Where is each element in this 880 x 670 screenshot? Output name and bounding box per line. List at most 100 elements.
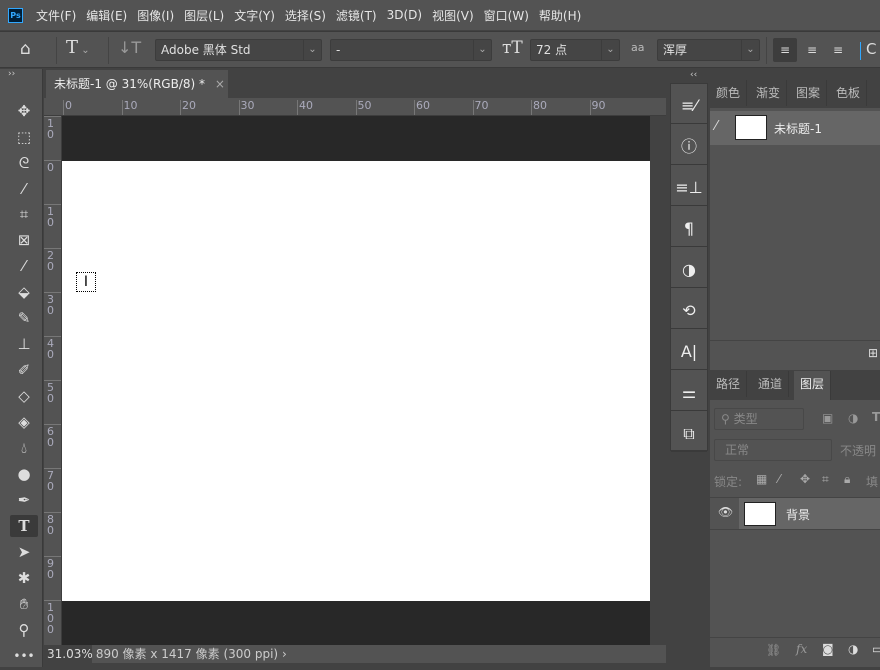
layer-filter-select[interactable]: ⚲ 类型 [714,408,804,430]
type-tool-preset-icon[interactable]: T ⌄ [66,37,90,58]
menu-filter[interactable]: 滤镜(T) [331,7,382,24]
zoom-level[interactable]: 31.03% [44,645,93,663]
filter-type-icon[interactable]: T [872,410,880,424]
type-tool-icon[interactable]: T [10,515,38,537]
align-center-icon[interactable]: ≡ [800,38,824,62]
lock-all-icon[interactable]: 🔒︎ [844,472,850,487]
tab-swatches[interactable]: 色板 [830,80,868,106]
menu-type[interactable]: 文字(Y) [229,7,280,24]
document-tab[interactable]: 未标题-1 @ 31%(RGB/8) * × [46,70,228,98]
ruler-tick [44,556,61,557]
tools-panel: ›› ✥ ⬚ ᘓ ⁄ ⌗ ⊠ ⁄ ⬙ ✎ ⊥ ✐ ◇ ◈ 💧︎ ● ✒ T ➤ … [0,69,43,667]
text-cursor-icon: I [76,272,96,292]
canvas-area[interactable]: I [62,116,650,645]
pen-tool-icon[interactable]: ✒ [10,489,38,511]
healing-brush-tool-icon[interactable]: ⬙ [10,281,38,303]
eyedropper-tool-icon[interactable]: ⁄ [10,255,38,277]
move-tool-icon[interactable]: ✥ [10,100,38,122]
paint-bucket-tool-icon[interactable]: ◈ [10,411,38,433]
ruler-tick [44,116,61,117]
shape-tool-icon[interactable]: ✱ [10,567,38,589]
expand-toolbar-button[interactable]: ›› [8,69,15,79]
tab-pattern[interactable]: 图案 [790,80,828,106]
more-tools-icon[interactable]: ••• [10,645,38,667]
marquee-tool-icon[interactable]: ⬚ [10,126,38,148]
tab-gradient[interactable]: 渐变 [750,80,788,106]
document-canvas[interactable]: I [62,161,650,601]
menu-3d[interactable]: 3D(D) [382,8,427,22]
menu-window[interactable]: 窗口(W) [479,7,534,24]
align-right-icon[interactable]: ≡ [826,38,850,62]
blend-mode-select[interactable]: 正常 [714,439,832,461]
dodge-tool-icon[interactable]: ● [10,463,38,485]
collapse-panels-button[interactable]: ‹‹ [690,70,697,80]
close-tab-icon[interactable]: × [215,77,225,91]
info-icon[interactable]: ⓘ [671,125,707,165]
font-size-select[interactable]: 72 点 ⌄ [530,39,620,61]
layer-row[interactable]: 👁︎ 背景 [710,497,880,530]
ruler-tick [44,336,61,337]
blur-tool-icon[interactable]: 💧︎ [10,437,38,459]
menu-select[interactable]: 选择(S) [280,7,331,24]
ruler-label: 0 [47,161,54,174]
font-style-select[interactable]: - ⌄ [330,39,492,61]
ruler-label: 50 [357,99,372,112]
antialias-select[interactable]: 浑厚 ⌄ [657,39,760,61]
font-family-select[interactable]: Adobe 黑体 Std ⌄ [155,39,322,61]
add-mask-icon[interactable]: ◙ [822,642,834,656]
menu-edit[interactable]: 编辑(E) [81,7,132,24]
filter-adjustment-icon[interactable]: ◑ [848,411,858,425]
history-brush-tool-icon[interactable]: ✐ [10,359,38,381]
lasso-tool-icon[interactable]: ᘓ [10,152,38,174]
hand-tool-icon[interactable]: ✋︎ [10,593,38,615]
vertical-scrollbar[interactable] [650,116,666,645]
align-left-icon[interactable]: ≡ [773,38,797,62]
properties-icon[interactable]: ⚌ [671,371,707,411]
character-icon[interactable]: A| [671,330,707,370]
zoom-tool-icon[interactable]: ⚲ [10,619,38,641]
ruler-label: 90 [47,557,54,581]
clone-source-icon[interactable]: ≡⊥ [671,166,707,206]
fx-icon[interactable]: fx [796,642,807,656]
status-menu-arrow[interactable]: › [282,647,287,661]
ruler-tick [180,100,181,115]
snapshot-name: 未标题-1 [774,122,822,136]
document-info: 890 像素 x 1417 像素 (300 ppi) [95,647,279,661]
crop-tool-icon[interactable]: ⌗ [10,203,38,225]
magic-wand-tool-icon[interactable]: ⁄ [10,178,38,200]
tab-layers[interactable]: 图层 [794,371,832,400]
3d-icon[interactable]: ⧉ [671,412,707,452]
history-snapshot[interactable]: ⁄ 未标题-1 [710,111,880,145]
lock-image-icon[interactable]: ⁄ [778,472,780,486]
visibility-eye-icon[interactable]: 👁︎ [718,505,733,519]
path-selection-tool-icon[interactable]: ➤ [10,541,38,563]
menu-file[interactable]: 文件(F) [31,7,81,24]
brush-settings-icon[interactable]: ≡⁄ [671,84,707,124]
new-group-icon[interactable]: ▭ [872,642,880,656]
adjustment-layer-icon[interactable]: ◑ [848,642,858,656]
adjustments-icon[interactable]: ◑ [671,248,707,288]
frame-tool-icon[interactable]: ⊠ [10,229,38,251]
tab-paths[interactable]: 路径 [710,371,748,397]
menu-help[interactable]: 帮助(H) [534,7,586,24]
brush-tool-icon[interactable]: ✎ [10,307,38,329]
text-color-icon[interactable]: C [866,40,876,58]
eraser-tool-icon[interactable]: ◇ [10,385,38,407]
lock-position-icon[interactable]: ✥ [800,472,810,486]
tab-color[interactable]: 颜色 [710,80,748,106]
lock-transparent-icon[interactable]: ▦ [756,472,767,486]
menu-image[interactable]: 图像(I) [132,7,179,24]
stamp-tool-icon[interactable]: ⊥ [10,333,38,355]
toggle-text-orientation-icon[interactable]: ↓T [118,38,141,57]
home-icon[interactable]: ⌂ [20,39,31,59]
paragraph-icon[interactable]: ¶ [671,207,707,247]
history-icon[interactable]: ⟲ [671,289,707,329]
link-layers-icon[interactable]: ⛓ [766,643,781,657]
filter-pixel-icon[interactable]: ▣ [822,411,833,425]
tab-channels[interactable]: 通道 [752,371,790,397]
menu-view[interactable]: 视图(V) [427,7,479,24]
menu-layer[interactable]: 图层(L) [179,7,229,24]
new-snapshot-icon[interactable]: ⊞ [868,346,878,360]
lock-artboard-icon[interactable]: ⌗ [822,472,829,487]
history-brush-source-icon[interactable]: ⁄ [715,119,717,134]
